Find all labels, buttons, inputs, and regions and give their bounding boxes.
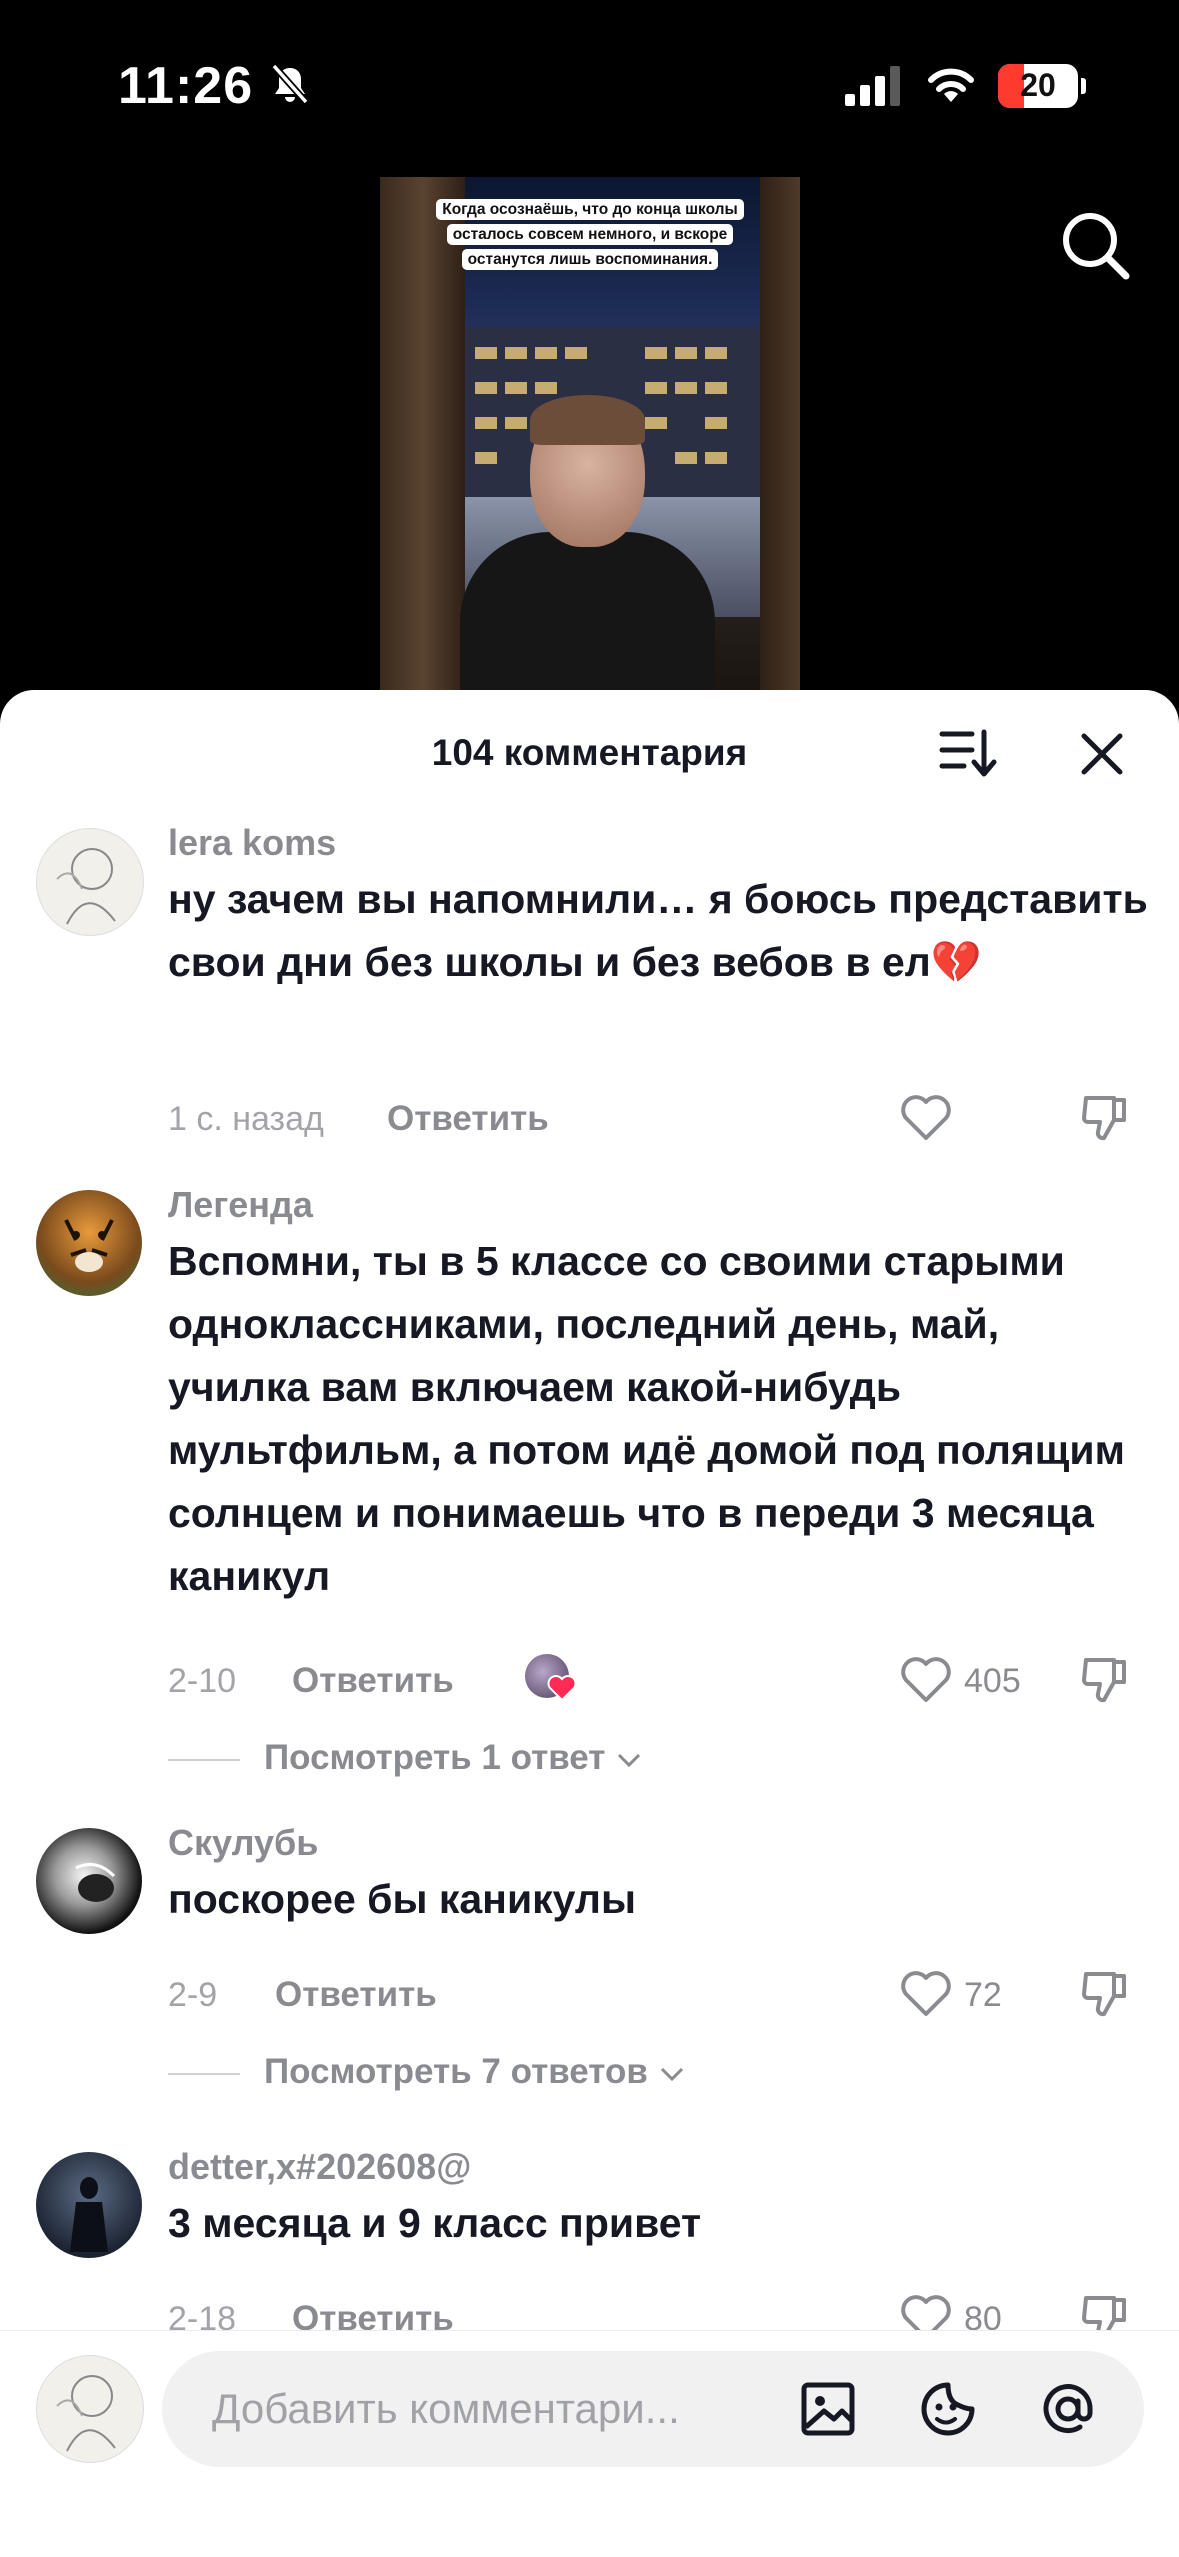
comment-text: поскорее бы каникулы <box>168 1876 636 1922</box>
avatar <box>36 2355 144 2463</box>
heart-icon[interactable] <box>900 1656 952 1704</box>
person-body <box>460 532 715 692</box>
reply-button[interactable]: Ответить <box>275 1975 437 2015</box>
comment-time: 2-10 <box>168 1662 237 1700</box>
comment-username[interactable]: Легенда <box>168 1184 313 1226</box>
reply-button[interactable]: Ответить <box>292 1661 454 1701</box>
comment-time: 2-9 <box>168 1976 218 2014</box>
status-bar: 11:26 20 <box>0 0 1179 170</box>
image-icon[interactable] <box>798 2379 858 2439</box>
like-count: 405 <box>964 1662 1021 1700</box>
comment-input-bar: Добавить комментари... <box>0 2330 1179 2557</box>
status-time: 11:26 <box>118 57 254 115</box>
reply-button[interactable]: Ответить <box>387 1099 549 1139</box>
avatar[interactable] <box>36 2152 142 2258</box>
avatar[interactable] <box>36 828 144 936</box>
mention-icon[interactable] <box>1038 2379 1098 2439</box>
avatar[interactable] <box>36 1828 142 1934</box>
signal-icon <box>845 66 900 106</box>
like-count: 72 <box>964 1976 1002 2014</box>
search-icon[interactable] <box>1060 210 1130 280</box>
comment-username[interactable]: Скулубь <box>168 1822 318 1864</box>
view-replies-button[interactable]: Посмотреть 1 ответ <box>168 1738 643 1778</box>
comments-count-title: 104 комментария <box>431 732 748 773</box>
dislike-icon[interactable] <box>1078 1092 1130 1144</box>
battery-indicator: 20 <box>998 64 1086 108</box>
video-caption: Когда осознаёшь, что до конца школы оста… <box>420 197 760 272</box>
creator-liked-badge <box>525 1654 577 1704</box>
comment-input-placeholder: Добавить комментари... <box>212 2385 680 2432</box>
heart-icon <box>547 1675 577 1702</box>
dislike-icon[interactable] <box>1078 1654 1130 1706</box>
comments-sheet: 104 комментария lera koms ну зачем вы на… <box>0 690 1179 2556</box>
video-preview[interactable]: Когда осознаёшь, что до конца школы оста… <box>380 177 800 692</box>
comment-text: ну зачем вы напомнили… я боюсь представи… <box>168 876 1148 985</box>
sort-icon[interactable] <box>938 726 998 782</box>
close-icon[interactable] <box>1078 730 1126 778</box>
comment-username[interactable]: lera koms <box>168 822 336 864</box>
wifi-icon <box>928 68 974 102</box>
heart-icon[interactable] <box>900 1094 952 1142</box>
comment-username[interactable]: detter,x#202608@ <box>168 2146 471 2188</box>
sticker-icon[interactable] <box>918 2379 978 2439</box>
battery-level: 20 <box>1020 67 1056 103</box>
dislike-icon[interactable] <box>1078 1968 1130 2020</box>
heart-icon[interactable] <box>900 1970 952 2018</box>
view-replies-button[interactable]: Посмотреть 7 ответов <box>168 2052 686 2092</box>
chevron-down-icon <box>660 2067 683 2081</box>
comment-input[interactable]: Добавить комментари... <box>162 2351 1144 2467</box>
comment-time: 1 с. назад <box>168 1100 324 1138</box>
chevron-down-icon <box>618 1753 641 1767</box>
avatar[interactable] <box>36 1190 142 1296</box>
comment-text: 3 месяца и 9 класс привет <box>168 2200 702 2246</box>
bell-slash-icon <box>271 63 309 105</box>
comment-text: Вспомни, ты в 5 классе со своими старыми… <box>168 1238 1125 1599</box>
